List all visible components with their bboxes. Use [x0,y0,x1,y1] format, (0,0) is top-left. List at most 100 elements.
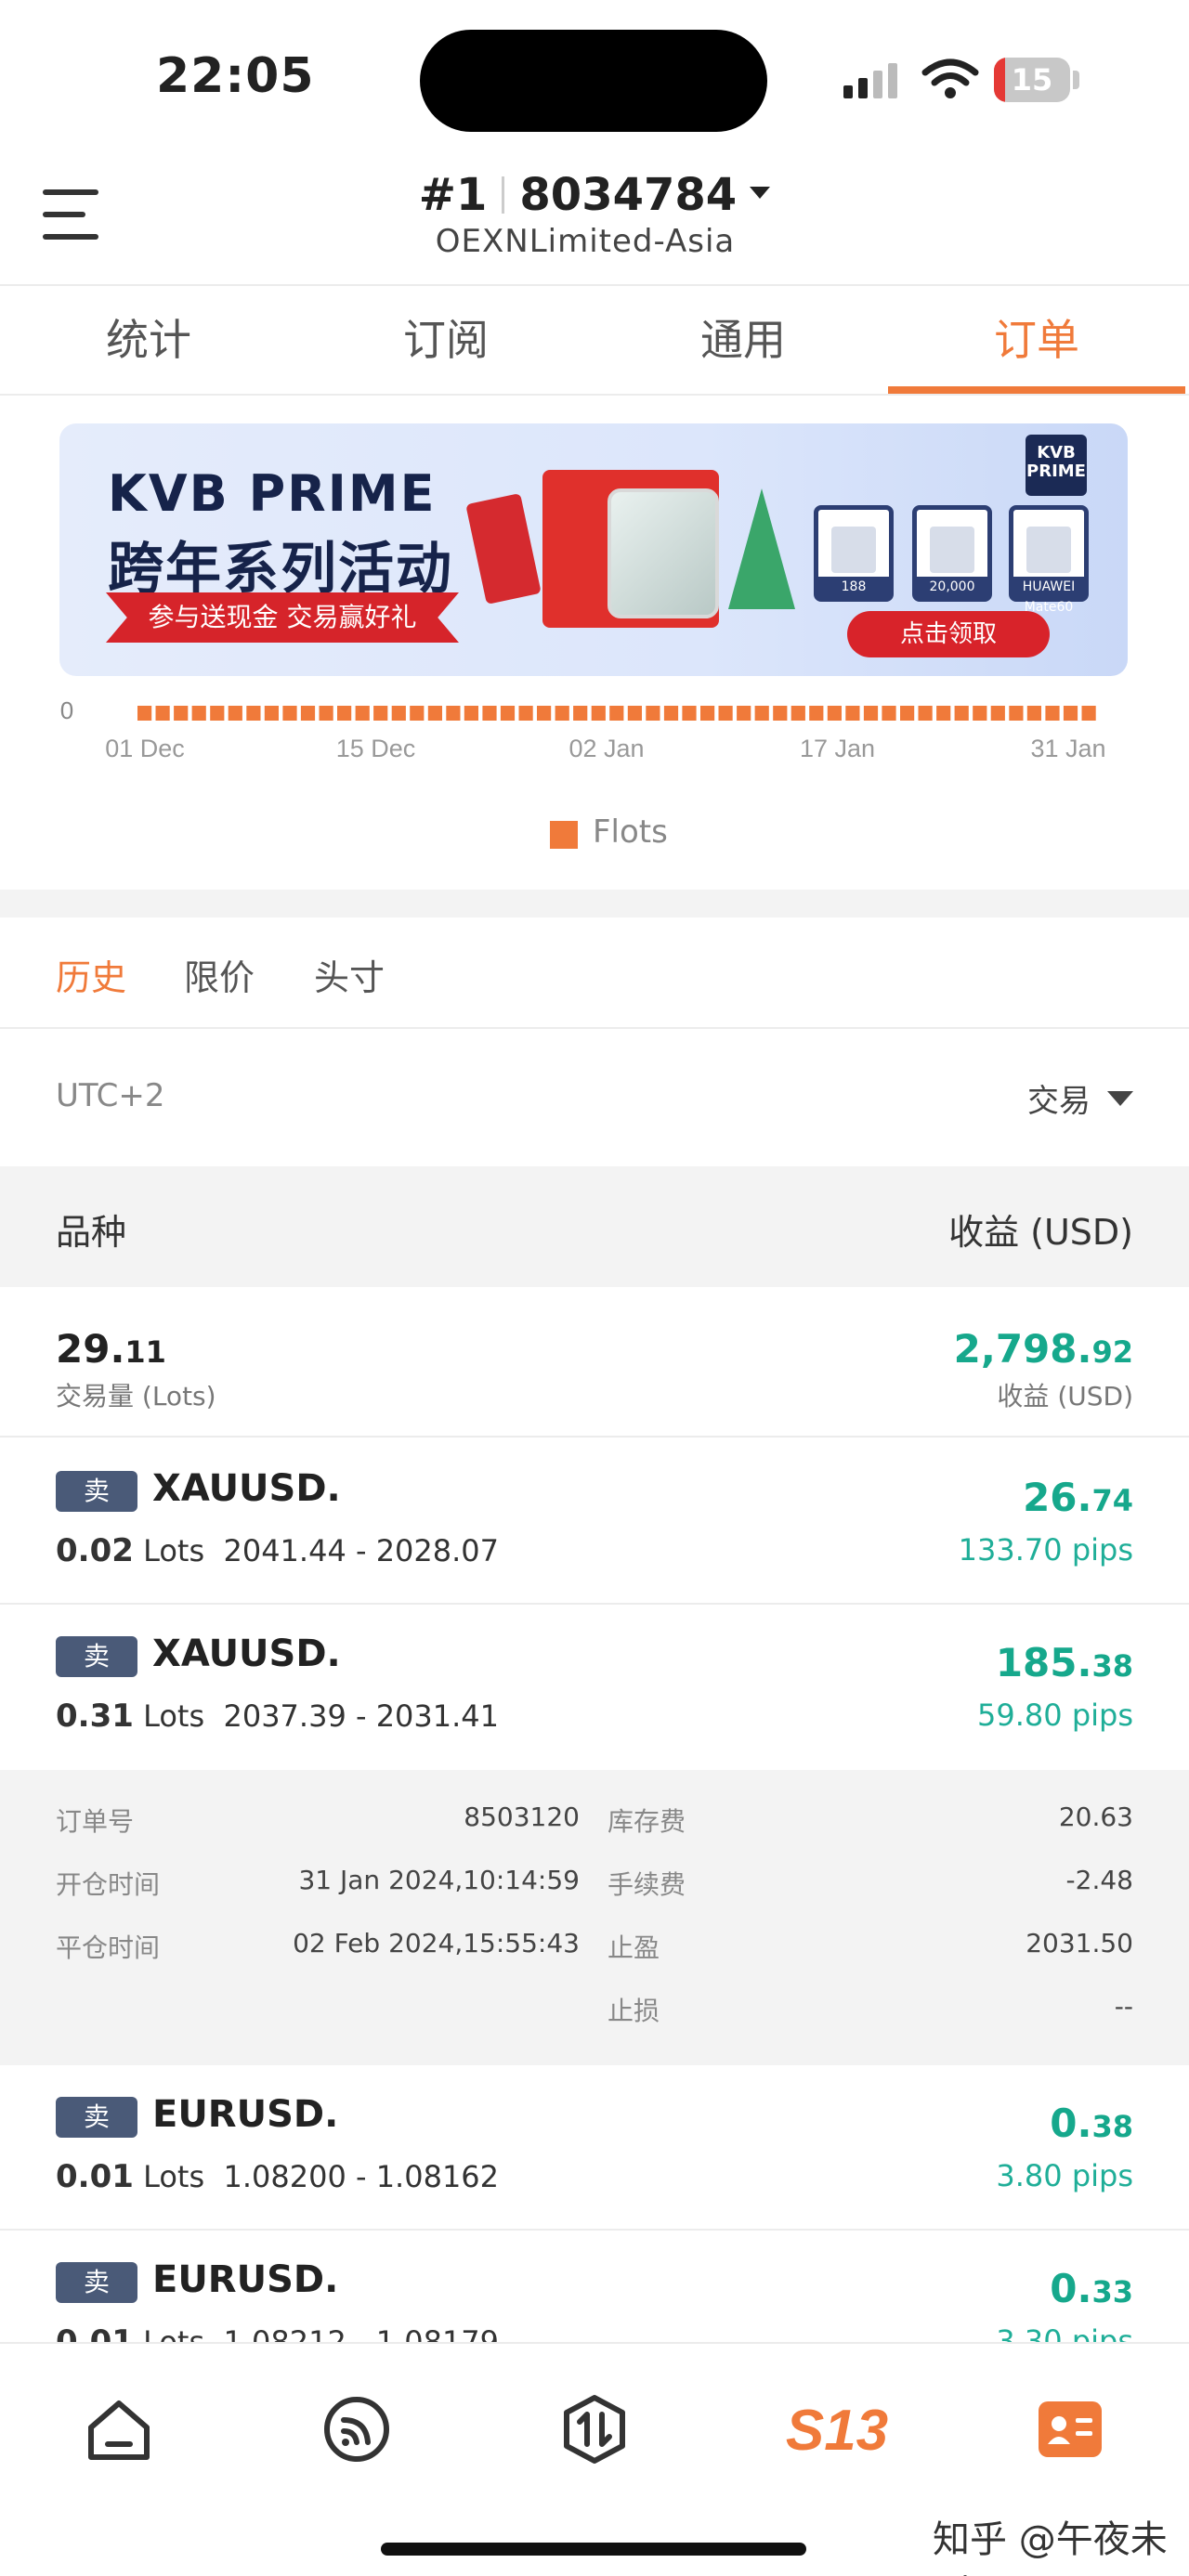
chart-bar [555,706,569,721]
chart-bar [646,706,660,721]
chart-bar [609,706,624,721]
chart-bar [900,706,915,721]
subtab-limit[interactable]: 限价 [184,949,255,1000]
account-selector[interactable]: #1 8034784 [0,169,1189,221]
status-time: 22:05 [156,48,315,104]
order-lots: 0.31 Lots 2037.39 - 2031.41 [56,1698,500,1735]
trade-icon[interactable] [557,2392,632,2466]
chart-bar [936,706,951,721]
order-profit: 26.74 [1023,1475,1133,1520]
subtab-history[interactable]: 历史 [56,949,126,1000]
s13-icon[interactable]: S13 [786,2392,888,2466]
order-profit: 0.33 [1050,2266,1133,2311]
chart-bar [410,706,425,721]
order-row[interactable]: 卖 XAUUSD. 0.02 Lots 2041.44 - 2028.07 26… [0,1439,1189,1603]
column-header: 品种 收益 (USD) [0,1166,1189,1287]
bottom-nav: S13 知乎 @午夜未到 [0,2342,1189,2576]
tab-orders[interactable]: 订单 [888,306,1185,371]
chart-bar [882,706,896,721]
banner-claim-button[interactable]: 点击领取 [847,611,1050,657]
subtab-positions[interactable]: 头寸 [314,949,385,1000]
banner-subtitle: 跨年系列活动 [108,537,453,602]
chart-bar [373,706,388,721]
type-filter-dropdown[interactable]: 交易 [1027,1075,1133,1121]
chart-bar [155,706,170,721]
chart-bar [627,706,642,721]
summary-profit-label: 收益 (USD) [997,1381,1133,1412]
tab-subscription[interactable]: 订阅 [297,306,594,371]
take-profit-label: 止盈 [608,1932,660,1963]
chart-bar [809,706,824,721]
order-detail-panel: 订单号 8503120 开仓时间 31 Jan 2024,10:14:59 平仓… [0,1770,1189,2065]
order-pips: 133.70 pips [958,1532,1133,1568]
chart-bar [918,706,933,721]
close-time-label: 平仓时间 [56,1932,161,1963]
battery-icon: 15 [994,58,1079,102]
close-time-value: 02 Feb 2024,15:55:43 [293,1928,580,1958]
order-profit: 0.38 [1050,2101,1133,2146]
server-name: OEXNLimited-Asia [435,223,736,260]
chart-bar [210,706,225,721]
sell-badge: 卖 [56,1471,137,1512]
swap-value: 20.63 [1058,1802,1133,1832]
tab-statistics[interactable]: 统计 [0,306,297,371]
order-symbol: EURUSD. [152,2258,339,2301]
profile-card-icon[interactable] [1033,2392,1107,2466]
sell-badge: 卖 [56,1636,137,1677]
feed-icon[interactable] [320,2392,394,2466]
type-filter-value: 交易 [1027,1083,1091,1120]
open-time-value: 31 Jan 2024,10:14:59 [298,1865,580,1895]
commission-value: -2.48 [1065,1865,1133,1895]
chart-bars [137,706,1096,721]
chart-bar [282,706,297,721]
kvb-logo: KVB PRIME [1026,435,1087,496]
home-indicator[interactable] [381,2543,806,2556]
promo-banner[interactable]: KVB PRIME 跨年系列活动 参与送现金 交易赢好礼 KVB PRIME 1… [59,423,1128,676]
prize-card-money: 20,000 [912,505,992,602]
sell-badge: 卖 [56,2097,137,2138]
order-no-label: 订单号 [56,1806,135,1837]
order-symbol: EURUSD. [152,2093,339,2136]
divider [0,394,1189,396]
chart-bar [228,706,242,721]
sell-badge: 卖 [56,2262,137,2303]
watermark: 知乎 @午夜未到 [933,2518,1168,2576]
divider [0,1436,1189,1438]
christmas-tree-image [728,488,795,609]
banner-title: KVB PRIME [108,464,437,523]
chart-bar [1063,706,1078,721]
screen: 22:05 15 #1 8034784 OEXNLimited-Asia 统计 订… [0,0,1189,2576]
chart-bar [1026,706,1041,721]
column-profit: 收益 (USD) [948,1212,1133,1253]
legend-swatch [550,821,578,849]
chart-bar [537,706,552,721]
summary-lots-label: 交易量 (Lots) [56,1381,216,1412]
timezone-label: UTC+2 [56,1077,165,1114]
chart-bar [191,706,206,721]
chart-bar [1045,706,1060,721]
chart-bar [446,706,461,721]
chart-bar [300,706,316,721]
chart-bar [573,706,588,721]
take-profit-value: 2031.50 [1026,1928,1133,1958]
order-row[interactable]: 卖 EURUSD. 0.01 Lots 1.08200 - 1.08162 0.… [0,2065,1189,2229]
chart-bar [737,706,751,721]
order-pips: 3.80 pips [996,2158,1133,2193]
chart-bar [954,706,969,721]
order-row[interactable]: 卖 XAUUSD. 0.31 Lots 2037.39 - 2031.41 18… [0,1605,1189,1768]
chart-bar [319,706,333,721]
chart-bar [663,706,679,721]
order-lots: 0.01 Lots 1.08200 - 1.08162 [56,2158,500,2195]
chart-bar [174,706,189,721]
chart-bar [827,706,842,721]
account-number: 8034784 [519,169,738,221]
order-profit: 185.38 [995,1640,1133,1685]
svg-text:S13: S13 [786,2399,888,2463]
chart-bar [973,706,987,721]
order-no-value: 8503120 [464,1802,580,1832]
chart-bar [790,706,805,721]
tab-general[interactable]: 通用 [594,306,892,371]
flots-chart: 0 01 Dec 15 Dec 02 Jan 17 Jan 31 Jan [60,696,1106,762]
order-symbol: XAUUSD. [152,1467,341,1510]
home-icon[interactable] [82,2392,156,2466]
